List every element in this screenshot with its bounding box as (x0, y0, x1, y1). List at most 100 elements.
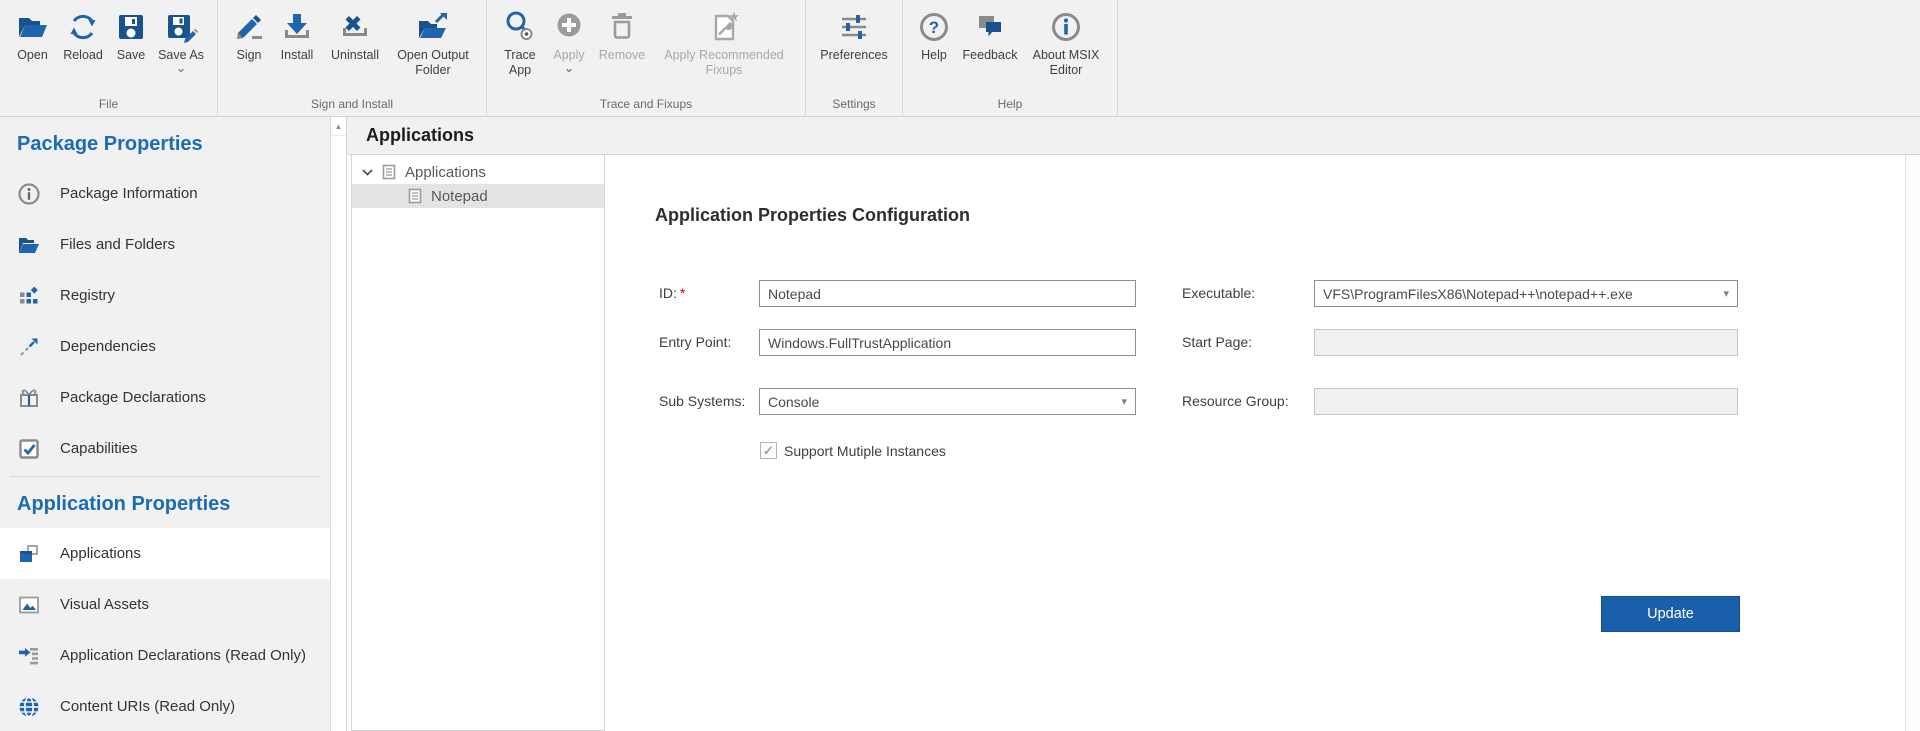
recommended-fixups-icon (707, 6, 741, 48)
support-multiple-instances-checkbox: ✓ (760, 442, 777, 459)
button-label: Install (281, 48, 314, 63)
button-label: Uninstall (331, 48, 379, 63)
tree-node-applications[interactable]: Applications (352, 160, 604, 184)
tree-node-notepad[interactable]: Notepad (352, 184, 604, 208)
button-label: Feedback (963, 48, 1018, 63)
button-label: Open (17, 48, 48, 63)
sidebar-item-files-and-folders[interactable]: Files and Folders (0, 219, 330, 270)
application-properties-form: Application Properties Configuration ID:… (605, 155, 1905, 731)
registry-icon (17, 284, 43, 308)
save-as-button[interactable]: Save As ⌄ (153, 3, 209, 73)
gift-icon (17, 386, 43, 410)
svg-text:?: ? (929, 18, 939, 37)
sidebar-item-label: Package Declarations (60, 389, 206, 406)
sidebar-item-applications[interactable]: Applications (0, 528, 330, 579)
chevron-down-icon[interactable] (361, 168, 374, 177)
start-page-label: Start Page: (1182, 334, 1252, 350)
help-button[interactable]: ? Help (911, 3, 957, 63)
scroll-up-arrow-icon[interactable]: ▲ (331, 117, 346, 136)
button-label: Open Output Folder (391, 48, 475, 78)
app-declarations-icon (17, 644, 43, 668)
executable-combobox[interactable]: VFS\ProgramFilesX86\Notepad++\notepad++.… (1314, 280, 1738, 307)
open-folder-icon (16, 6, 50, 48)
ribbon-group-label: Help (911, 94, 1109, 116)
sidebar-item-label: Registry (60, 287, 115, 304)
sidebar-item-package-declarations[interactable]: Package Declarations (0, 372, 330, 423)
open-output-folder-icon (416, 6, 450, 48)
feedback-button[interactable]: Feedback (957, 3, 1023, 63)
start-page-input (1314, 329, 1738, 356)
sign-pencil-icon (232, 6, 266, 48)
ribbon-toolbar: Open Reload Save Save As ⌄ (0, 0, 1920, 117)
sidebar-item-capabilities[interactable]: Capabilities (0, 423, 330, 474)
sidebar-item-dependencies[interactable]: Dependencies (0, 321, 330, 372)
page-title: Applications (347, 117, 1920, 155)
trace-app-button[interactable]: Trace App (495, 3, 545, 78)
preferences-button[interactable]: Preferences (814, 3, 894, 63)
sidebar-item-label: Applications (60, 545, 141, 562)
tree-node-label: Notepad (431, 188, 488, 205)
install-icon (280, 6, 314, 48)
open-output-folder-button[interactable]: Open Output Folder (388, 3, 478, 78)
apply-button: Apply ⌄ (545, 3, 593, 73)
sidebar-item-label: Content URIs (Read Only) (60, 698, 235, 715)
button-label: Apply Recommended Fixups (654, 48, 794, 78)
apply-recommended-fixups-button: Apply Recommended Fixups (651, 3, 797, 78)
about-msix-editor-button[interactable]: About MSIX Editor (1023, 3, 1109, 78)
folder-icon (17, 233, 43, 257)
ribbon-group-trace-and-fixups: Trace App Apply ⌄ Remove Apply Recommen (487, 0, 806, 116)
main-scrollbar[interactable] (1905, 155, 1920, 731)
executable-label: Executable: (1182, 285, 1255, 301)
sidebar-item-content-uris[interactable]: Content URIs (Read Only) (0, 681, 330, 731)
sidebar-item-application-declarations[interactable]: Application Declarations (Read Only) (0, 630, 330, 681)
ribbon-group-label: File (8, 94, 209, 116)
combo-arrow-icon[interactable]: ▾ (1723, 287, 1729, 300)
sub-systems-value: Console (768, 394, 1115, 410)
sidebar-item-label: Package Information (60, 185, 198, 202)
save-icon (114, 6, 148, 48)
resource-group-input (1314, 388, 1738, 415)
button-label: Sign (236, 48, 261, 63)
save-button[interactable]: Save (109, 3, 153, 63)
tree-node-label: Applications (405, 164, 486, 181)
form-heading: Application Properties Configuration (655, 205, 970, 226)
remove-button: Remove (593, 3, 651, 63)
install-button[interactable]: Install (272, 3, 322, 63)
globe-icon (17, 695, 43, 719)
sidebar-scrollbar[interactable]: ▲ (330, 117, 347, 731)
document-icon (381, 164, 397, 180)
reload-button[interactable]: Reload (57, 3, 109, 63)
required-asterisk: * (680, 285, 685, 301)
sidebar-item-registry[interactable]: Registry (0, 270, 330, 321)
trace-app-icon (503, 6, 537, 48)
support-multiple-instances-label: Support Mutiple Instances (784, 443, 946, 459)
sign-button[interactable]: Sign (226, 3, 272, 63)
update-button[interactable]: Update (1601, 596, 1740, 632)
id-input[interactable] (759, 280, 1136, 307)
open-button[interactable]: Open (8, 3, 57, 63)
capabilities-check-icon (17, 437, 43, 461)
ribbon-group-help: ? Help Feedback About MSIX Editor Help (903, 0, 1118, 116)
resource-group-label: Resource Group: (1182, 393, 1289, 409)
sidebar-item-visual-assets[interactable]: Visual Assets (0, 579, 330, 630)
sub-systems-combobox[interactable]: Console ▾ (759, 388, 1136, 415)
ribbon-group-label: Sign and Install (226, 94, 478, 116)
entry-point-input[interactable] (759, 329, 1136, 356)
uninstall-button[interactable]: Uninstall (322, 3, 388, 63)
check-icon: ✓ (763, 444, 774, 457)
sidebar-item-label: Files and Folders (60, 236, 175, 253)
sidebar-item-package-information[interactable]: Package Information (0, 168, 330, 219)
id-label: ID:* (659, 285, 685, 301)
apply-plus-icon (552, 6, 586, 48)
sidebar-item-label: Visual Assets (60, 596, 149, 613)
combo-arrow-icon[interactable]: ▾ (1121, 395, 1127, 408)
applications-window-icon (17, 542, 43, 566)
remove-trash-icon (605, 6, 639, 48)
button-label: Save (117, 48, 146, 63)
button-label: Trace App (498, 48, 542, 78)
button-label: Reload (63, 48, 103, 63)
dropdown-caret-icon: ⌄ (176, 64, 186, 73)
preferences-sliders-icon (837, 6, 871, 48)
applications-tree-panel: Applications Notepad (351, 155, 605, 731)
sub-systems-label: Sub Systems: (659, 393, 745, 409)
